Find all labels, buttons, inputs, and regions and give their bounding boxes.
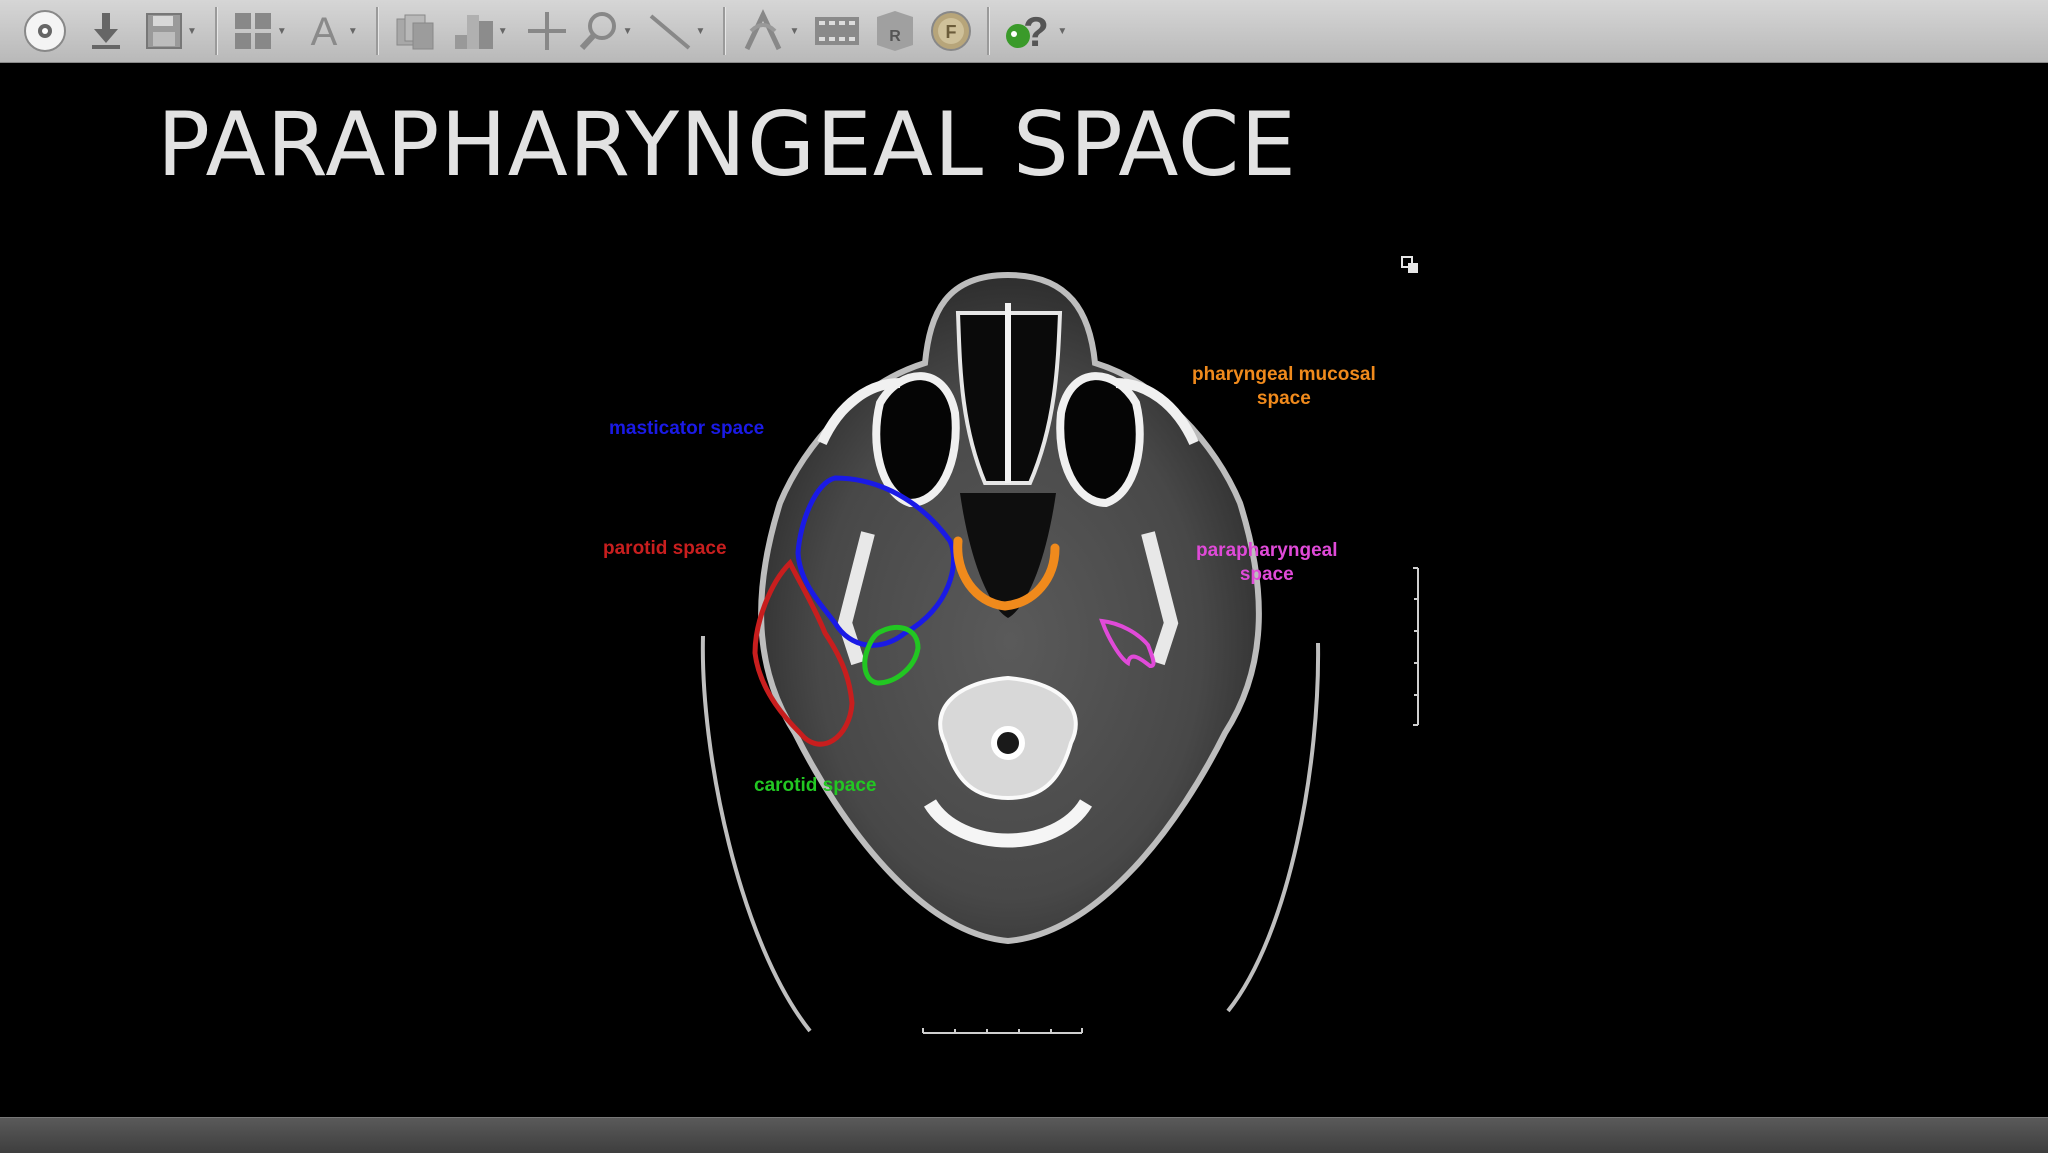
svg-text:F: F (946, 22, 957, 42)
toolbar-separator (723, 7, 727, 55)
slide-canvas: PARAPHARYNGEAL SPACE masticator space pa… (0, 63, 2048, 1117)
reference-lines-icon (745, 9, 782, 51)
cine-film-icon (815, 17, 860, 45)
text-annotation-button[interactable]: A (301, 4, 347, 58)
zoom-button[interactable] (576, 4, 622, 58)
svg-text:A: A (310, 11, 337, 51)
import-button[interactable] (84, 4, 128, 58)
svg-text:R: R (890, 28, 902, 45)
measure-ruler-icon (649, 14, 690, 50)
label-masticator-space: masticator space (609, 418, 765, 439)
series-stack-icon (396, 14, 434, 50)
window-level-icon (454, 15, 493, 49)
label-pharyngeal-mucosal-space: pharyngeal mucosal space (1192, 363, 1376, 411)
zoom-icon (579, 12, 616, 51)
layout-dropdown-arrow[interactable]: ▼ (277, 26, 287, 37)
help-icon: ? (1006, 8, 1050, 54)
toolbar-separator (375, 7, 379, 55)
measure-dropdown-arrow[interactable]: ▼ (696, 26, 706, 37)
layout-grid-icon (234, 13, 271, 49)
fusion-button[interactable]: F (927, 4, 975, 58)
label-parapharyngeal-line1: parapharyngeal (1196, 540, 1338, 561)
window-level-button[interactable] (449, 4, 497, 58)
cine-button[interactable] (811, 4, 863, 58)
pan-button[interactable] (524, 4, 570, 58)
measure-button[interactable] (645, 4, 695, 58)
label-carotid-space: carotid space (754, 775, 877, 796)
zoom-dropdown-arrow[interactable]: ▼ (623, 26, 633, 37)
toolbar-separator (214, 7, 218, 55)
mpr-3d-icon: R (877, 11, 914, 51)
window-level-dropdown-arrow[interactable]: ▼ (498, 26, 508, 37)
help-dropdown-arrow[interactable]: ▼ (1057, 26, 1067, 37)
ct-axial-image (700, 271, 1419, 1034)
status-bar (0, 1117, 2048, 1153)
svg-text:?: ? (1024, 8, 1050, 54)
series-button[interactable] (391, 4, 439, 58)
text-annotation-icon: A (310, 11, 337, 51)
reference-dropdown-arrow[interactable]: ▼ (789, 26, 799, 37)
label-parapharyngeal-line2: space (1239, 564, 1294, 585)
label-pharyngeal-mucosal-line2: space (1256, 388, 1311, 409)
layout-button[interactable] (230, 4, 276, 58)
save-icon (146, 13, 182, 49)
text-dropdown-arrow[interactable]: ▼ (348, 26, 358, 37)
save-dropdown-arrow[interactable]: ▼ (187, 26, 197, 37)
label-pharyngeal-mucosal-line1: pharyngeal mucosal (1192, 364, 1376, 385)
vertical-scale-bar (1413, 567, 1419, 726)
cd-dvd-button[interactable] (20, 4, 70, 58)
pan-crosshair-icon (527, 12, 566, 50)
toolbar: ▼ ▼ A ▼ ▼ ▼ ▼ ▼ R F ? ▼ (0, 0, 2048, 63)
save-button[interactable] (142, 4, 186, 58)
import-icon (92, 13, 120, 49)
help-button[interactable]: ? (1002, 4, 1056, 58)
horizontal-scale-bar (922, 1028, 1083, 1034)
label-parapharyngeal-space: parapharyngeal space (1196, 539, 1338, 587)
mpr-button[interactable]: R (871, 4, 919, 58)
reference-lines-button[interactable] (738, 4, 788, 58)
label-parotid-space: parotid space (603, 538, 727, 559)
expand-viewport-icon[interactable] (1400, 255, 1422, 277)
fusion-icon: F (931, 11, 972, 51)
toolbar-separator (987, 7, 991, 55)
cd-dvd-icon (24, 10, 66, 52)
